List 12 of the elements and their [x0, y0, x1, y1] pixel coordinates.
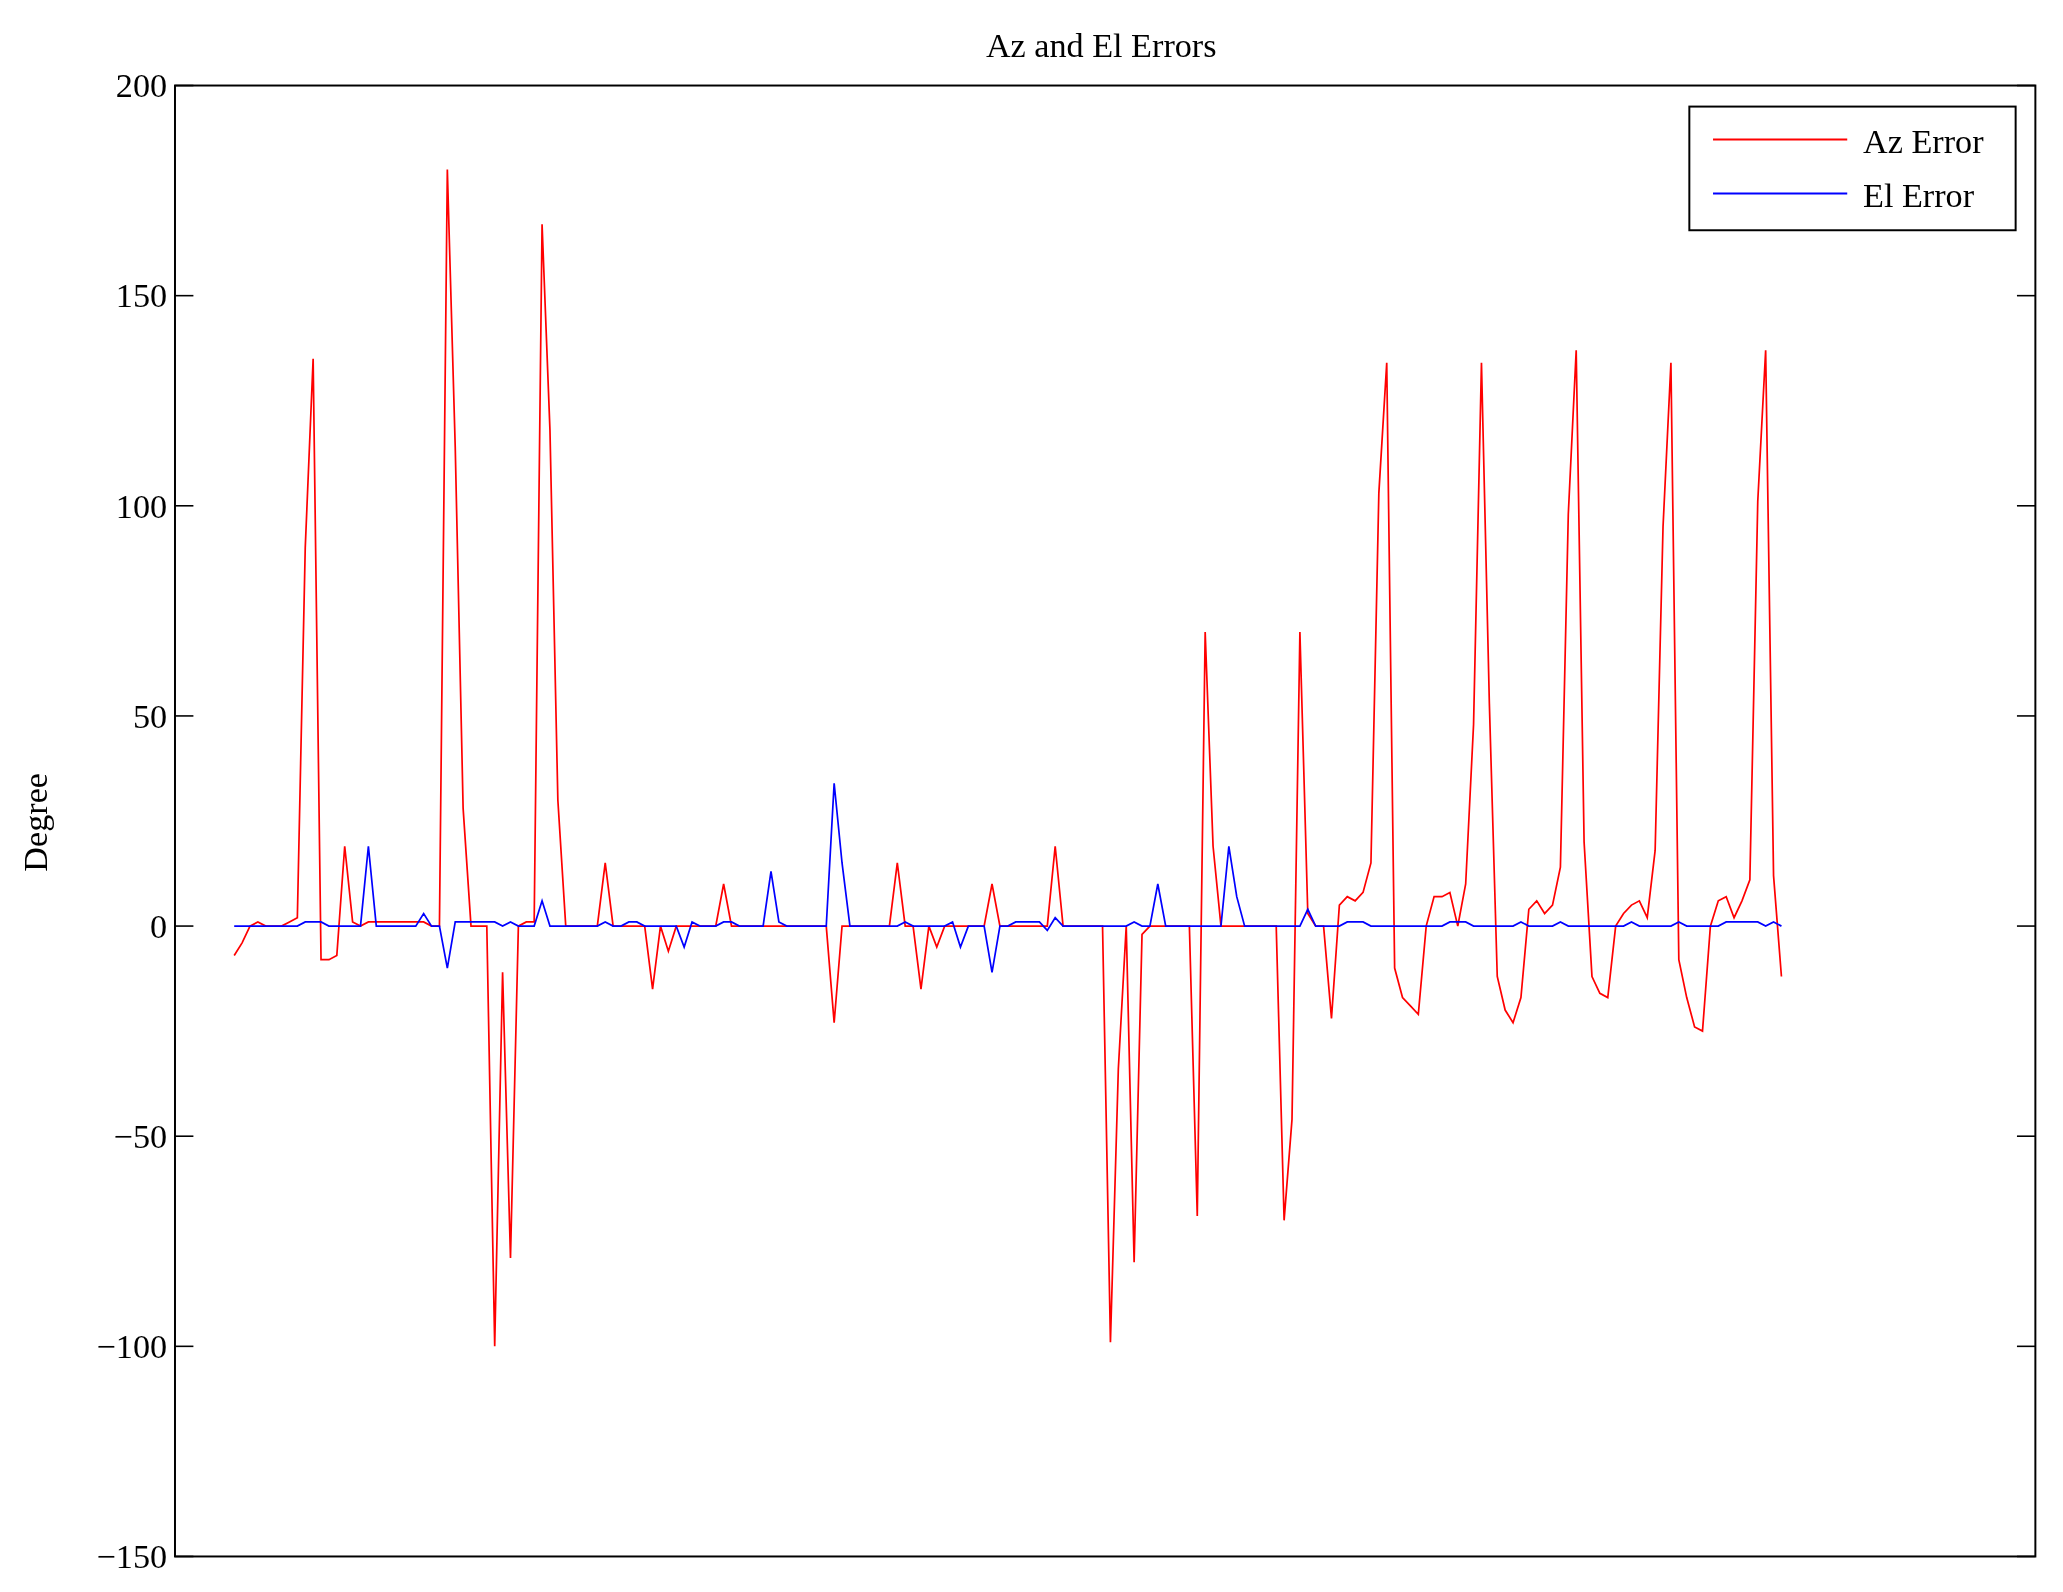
y-tick-label: −150 [96, 1538, 168, 1576]
y-tick-label: 200 [115, 67, 168, 105]
y-tick-label: 100 [115, 487, 168, 525]
y-axis-label: Degree [17, 772, 55, 872]
chart-title: Az and El Errors [985, 26, 1217, 64]
y-tick-label: 0 [150, 907, 168, 945]
y-tick-label: −100 [96, 1328, 168, 1366]
y-tick-label: −50 [113, 1118, 168, 1156]
y-tick-label: 150 [115, 277, 168, 315]
y-tick-label: 50 [132, 697, 168, 735]
legend-label: Az Error [1863, 122, 1984, 160]
legend-label: El Error [1863, 176, 1975, 214]
